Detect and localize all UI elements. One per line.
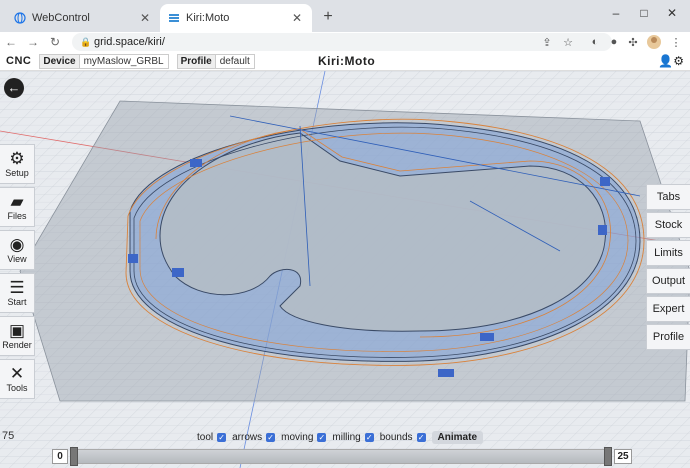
expert-button[interactable]: Expert bbox=[646, 296, 690, 322]
toggle-label: arrows bbox=[232, 431, 263, 443]
toggle-label: milling bbox=[332, 431, 361, 443]
toggle-tool[interactable]: tool ✓ bbox=[197, 431, 227, 443]
checkbox[interactable]: ✓ bbox=[217, 432, 227, 442]
stock-button[interactable]: Stock bbox=[646, 212, 690, 238]
slider-handle-end[interactable] bbox=[604, 447, 612, 466]
browser-tabstrip: WebControl ✕ Kiri:Moto ✕ + – □ ✕ bbox=[0, 0, 690, 32]
toggle-label: moving bbox=[281, 431, 314, 443]
folder-icon: ▰ bbox=[10, 192, 24, 211]
menu-kebab-icon[interactable]: ⋮ bbox=[667, 33, 685, 51]
left-toolbar: ⚙ Setup ▰ Files ◉ View ☰ Start ▣ Render … bbox=[0, 144, 35, 402]
slider-min-label: 0 bbox=[52, 449, 68, 464]
slider-track[interactable] bbox=[70, 449, 612, 464]
render-label: Render bbox=[2, 340, 32, 350]
animate-button[interactable]: Animate bbox=[431, 430, 483, 444]
reload-icon[interactable]: ↻ bbox=[44, 35, 66, 49]
profile-selector[interactable]: Profile default bbox=[176, 53, 255, 69]
toggle-moving[interactable]: moving ✓ bbox=[281, 431, 327, 443]
checkbox[interactable]: ✓ bbox=[364, 432, 374, 442]
ruler-label: 75 bbox=[2, 430, 14, 442]
checkbox[interactable]: ✓ bbox=[266, 432, 276, 442]
tools-label: Tools bbox=[6, 383, 28, 393]
scene: 75 bbox=[0, 71, 690, 468]
gear-icon: ⚙ bbox=[9, 149, 25, 168]
view-button[interactable]: ◉ View bbox=[0, 230, 35, 270]
lock-icon: 🔒 bbox=[80, 36, 92, 47]
kiri-favicon-icon bbox=[168, 12, 180, 24]
slider-max-label: 25 bbox=[614, 449, 632, 464]
start-label: Start bbox=[7, 297, 27, 307]
app-logo: Kiri:Moto bbox=[318, 54, 376, 68]
view-toggles: tool ✓ arrows ✓ moving ✓ milling ✓ bounds ✓ A… bbox=[197, 430, 483, 444]
share-icon[interactable]: ⇪ bbox=[538, 33, 556, 51]
back-arrow-icon[interactable]: ← bbox=[0, 35, 22, 49]
limits-button[interactable]: Limits bbox=[646, 240, 690, 266]
tabs-button[interactable]: Tabs bbox=[646, 184, 690, 210]
minimize-icon[interactable]: – bbox=[606, 4, 626, 22]
device-value: myMaslow_GRBL bbox=[83, 55, 164, 67]
address-bar[interactable]: 🔒 grid.space/kiri/ bbox=[72, 33, 612, 51]
close-icon[interactable]: ✕ bbox=[138, 11, 152, 25]
globe-icon bbox=[14, 12, 26, 24]
close-icon[interactable]: ✕ bbox=[290, 11, 304, 25]
profile-label: Profile bbox=[177, 54, 216, 68]
files-label: Files bbox=[7, 211, 27, 221]
mode-label[interactable]: CNC bbox=[6, 55, 31, 67]
toggle-milling[interactable]: milling ✓ bbox=[332, 431, 374, 443]
kiri-header: CNC Device myMaslow_GRBL Profile default… bbox=[0, 52, 690, 71]
right-toolbar: Tabs Stock Limits Output Expert Profile bbox=[646, 184, 690, 352]
slider-handle-start[interactable] bbox=[70, 447, 78, 466]
output-button[interactable]: Output bbox=[646, 268, 690, 294]
3d-viewport[interactable]: 75 bbox=[0, 71, 690, 468]
maximize-icon[interactable]: □ bbox=[634, 4, 654, 22]
extension-icon[interactable]: ◐ bbox=[586, 33, 604, 51]
setup-label: Setup bbox=[5, 168, 29, 178]
render-button[interactable]: ▣ Render bbox=[0, 316, 35, 356]
profile-value: default bbox=[219, 55, 250, 67]
setup-button[interactable]: ⚙ Setup bbox=[0, 144, 35, 184]
avatar[interactable] bbox=[645, 33, 663, 51]
tab-title: WebControl bbox=[32, 12, 90, 24]
extension-icon[interactable]: ● bbox=[605, 33, 623, 51]
toggle-arrows[interactable]: arrows ✓ bbox=[232, 431, 276, 443]
layer-slider: 0 25 bbox=[52, 447, 632, 466]
puzzle-icon[interactable]: ✣ bbox=[624, 33, 642, 51]
view-label: View bbox=[7, 254, 27, 264]
tools-button[interactable]: ✕ Tools bbox=[0, 359, 35, 399]
toggle-label: tool bbox=[197, 431, 214, 443]
eye-icon: ◉ bbox=[9, 235, 25, 254]
tab-title: Kiri:Moto bbox=[186, 12, 230, 24]
forward-arrow-icon[interactable]: → bbox=[22, 35, 44, 49]
url-text: grid.space/kiri/ bbox=[94, 36, 165, 48]
render-icon: ▣ bbox=[8, 321, 26, 340]
tab-webcontrol[interactable]: WebControl ✕ bbox=[6, 4, 160, 32]
files-button[interactable]: ▰ Files bbox=[0, 187, 35, 227]
device-selector[interactable]: Device myMaslow_GRBL bbox=[39, 53, 169, 69]
checkbox[interactable]: ✓ bbox=[317, 432, 327, 442]
new-tab-button[interactable]: + bbox=[318, 7, 338, 27]
checkbox[interactable]: ✓ bbox=[416, 432, 426, 442]
tab-kiri-moto[interactable]: Kiri:Moto ✕ bbox=[160, 4, 312, 32]
window-close-icon[interactable]: ✕ bbox=[662, 4, 682, 22]
menu-icon: ☰ bbox=[9, 278, 25, 297]
user-settings-icon[interactable]: 👤⚙ bbox=[658, 54, 684, 68]
start-button[interactable]: ☰ Start bbox=[0, 273, 35, 313]
star-icon[interactable]: ☆ bbox=[559, 33, 577, 51]
device-label: Device bbox=[40, 54, 80, 68]
toggle-bounds[interactable]: bounds ✓ bbox=[380, 432, 426, 443]
toggle-label: bounds bbox=[379, 431, 413, 443]
back-button[interactable]: ← bbox=[4, 78, 24, 98]
tools-icon: ✕ bbox=[9, 364, 25, 383]
profile-button[interactable]: Profile bbox=[646, 324, 690, 350]
